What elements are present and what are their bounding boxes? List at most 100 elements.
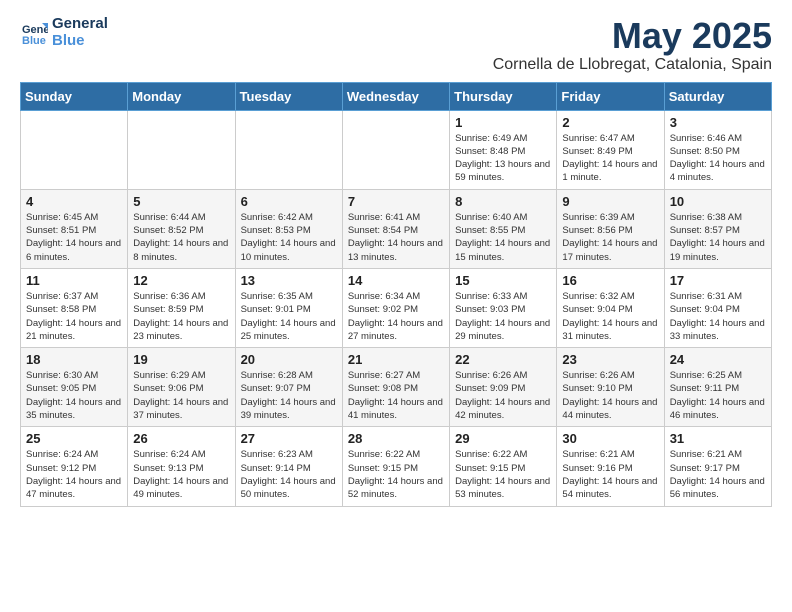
weekday-header: Wednesday [342,82,449,110]
calendar-day-cell: 22Sunrise: 6:26 AM Sunset: 9:09 PM Dayli… [450,348,557,427]
day-number: 8 [455,194,551,209]
calendar-header-row: SundayMondayTuesdayWednesdayThursdayFrid… [21,82,772,110]
calendar-day-cell [128,110,235,189]
day-info: Sunrise: 6:35 AM Sunset: 9:01 PM Dayligh… [241,290,337,343]
day-info: Sunrise: 6:32 AM Sunset: 9:04 PM Dayligh… [562,290,658,343]
day-number: 26 [133,431,229,446]
weekday-header: Friday [557,82,664,110]
calendar-day-cell [342,110,449,189]
day-number: 18 [26,352,122,367]
day-info: Sunrise: 6:22 AM Sunset: 9:15 PM Dayligh… [348,448,444,501]
day-info: Sunrise: 6:26 AM Sunset: 9:09 PM Dayligh… [455,369,551,422]
calendar-day-cell: 27 Sunrise: 6:23 AM Sunset: 9:14 PM Dayli… [235,427,342,506]
day-info: Sunrise: 6:46 AM Sunset: 8:50 PM Dayligh… [670,132,766,185]
day-info: Sunrise: 6:30 AM Sunset: 9:05 PM Dayligh… [26,369,122,422]
day-info: Sunrise: 6:25 AM Sunset: 9:11 PM Dayligh… [670,369,766,422]
calendar-day-cell: 17 Sunrise: 6:31 AM Sunset: 9:04 PM Dayli… [664,268,771,347]
logo-general: General [52,16,108,33]
logo: General Blue General Blue [20,16,108,49]
day-number: 24 [670,352,766,367]
day-number: 11 [26,273,122,288]
day-info: Sunrise: 6:24 AM Sunset: 9:12 PM Dayligh… [26,448,122,501]
day-info: Sunrise: 6:40 AM Sunset: 8:55 PM Dayligh… [455,211,551,264]
day-info: Sunrise: 6:26 AM Sunset: 9:10 PM Dayligh… [562,369,658,422]
day-number: 4 [26,194,122,209]
calendar-week-row: 1 Sunrise: 6:49 AM Sunset: 8:48 PM Daylig… [21,110,772,189]
day-info: Sunrise: 6:31 AM Sunset: 9:04 PM Dayligh… [670,290,766,343]
day-info: Sunrise: 6:24 AM Sunset: 9:13 PM Dayligh… [133,448,229,501]
month-title: May 2025 [493,16,772,56]
day-number: 28 [348,431,444,446]
calendar-week-row: 4 Sunrise: 6:45 AM Sunset: 8:51 PM Daylig… [21,189,772,268]
day-number: 25 [26,431,122,446]
calendar-day-cell: 11 Sunrise: 6:37 AM Sunset: 8:58 PM Dayli… [21,268,128,347]
day-number: 27 [241,431,337,446]
title-block: May 2025 Cornella de Llobregat, Cataloni… [493,16,772,74]
day-info: Sunrise: 6:21 AM Sunset: 9:16 PM Dayligh… [562,448,658,501]
day-info: Sunrise: 6:42 AM Sunset: 8:53 PM Dayligh… [241,211,337,264]
day-info: Sunrise: 6:29 AM Sunset: 9:06 PM Dayligh… [133,369,229,422]
calendar-day-cell: 24 Sunrise: 6:25 AM Sunset: 9:11 PM Dayli… [664,348,771,427]
calendar-day-cell: 30 Sunrise: 6:21 AM Sunset: 9:16 PM Dayli… [557,427,664,506]
day-info: Sunrise: 6:21 AM Sunset: 9:17 PM Dayligh… [670,448,766,501]
calendar-day-cell: 6 Sunrise: 6:42 AM Sunset: 8:53 PM Daylig… [235,189,342,268]
calendar-day-cell: 25 Sunrise: 6:24 AM Sunset: 9:12 PM Dayli… [21,427,128,506]
day-info: Sunrise: 6:27 AM Sunset: 9:08 PM Dayligh… [348,369,444,422]
svg-text:Blue: Blue [22,35,46,47]
day-info: Sunrise: 6:37 AM Sunset: 8:58 PM Dayligh… [26,290,122,343]
day-number: 13 [241,273,337,288]
weekday-header: Thursday [450,82,557,110]
calendar-day-cell [235,110,342,189]
calendar-day-cell: 5Sunrise: 6:44 AM Sunset: 8:52 PM Daylig… [128,189,235,268]
day-number: 15 [455,273,551,288]
weekday-header: Tuesday [235,82,342,110]
day-number: 30 [562,431,658,446]
calendar-week-row: 18 Sunrise: 6:30 AM Sunset: 9:05 PM Dayli… [21,348,772,427]
day-number: 9 [562,194,658,209]
day-number: 23 [562,352,658,367]
day-number: 29 [455,431,551,446]
day-info: Sunrise: 6:41 AM Sunset: 8:54 PM Dayligh… [348,211,444,264]
day-info: Sunrise: 6:38 AM Sunset: 8:57 PM Dayligh… [670,211,766,264]
day-number: 7 [348,194,444,209]
day-number: 16 [562,273,658,288]
day-number: 17 [670,273,766,288]
day-number: 21 [348,352,444,367]
calendar-day-cell: 18 Sunrise: 6:30 AM Sunset: 9:05 PM Dayli… [21,348,128,427]
calendar-day-cell: 16 Sunrise: 6:32 AM Sunset: 9:04 PM Dayli… [557,268,664,347]
day-number: 6 [241,194,337,209]
day-info: Sunrise: 6:23 AM Sunset: 9:14 PM Dayligh… [241,448,337,501]
day-number: 3 [670,115,766,130]
calendar-week-row: 25 Sunrise: 6:24 AM Sunset: 9:12 PM Dayli… [21,427,772,506]
day-number: 10 [670,194,766,209]
calendar-day-cell: 23 Sunrise: 6:26 AM Sunset: 9:10 PM Dayli… [557,348,664,427]
calendar-day-cell: 9Sunrise: 6:39 AM Sunset: 8:56 PM Daylig… [557,189,664,268]
calendar-day-cell: 10 Sunrise: 6:38 AM Sunset: 8:57 PM Dayli… [664,189,771,268]
day-info: Sunrise: 6:36 AM Sunset: 8:59 PM Dayligh… [133,290,229,343]
calendar-day-cell: 7 Sunrise: 6:41 AM Sunset: 8:54 PM Daylig… [342,189,449,268]
calendar-day-cell: 26 Sunrise: 6:24 AM Sunset: 9:13 PM Dayli… [128,427,235,506]
location-subtitle: Cornella de Llobregat, Catalonia, Spain [493,56,772,74]
calendar-table: SundayMondayTuesdayWednesdayThursdayFrid… [20,82,772,507]
weekday-header: Sunday [21,82,128,110]
calendar-day-cell: 20Sunrise: 6:28 AM Sunset: 9:07 PM Dayli… [235,348,342,427]
calendar-day-cell: 4 Sunrise: 6:45 AM Sunset: 8:51 PM Daylig… [21,189,128,268]
calendar-day-cell: 13 Sunrise: 6:35 AM Sunset: 9:01 PM Dayli… [235,268,342,347]
day-info: Sunrise: 6:44 AM Sunset: 8:52 PM Dayligh… [133,211,229,264]
day-info: Sunrise: 6:45 AM Sunset: 8:51 PM Dayligh… [26,211,122,264]
day-info: Sunrise: 6:22 AM Sunset: 9:15 PM Dayligh… [455,448,551,501]
calendar-day-cell: 2Sunrise: 6:47 AM Sunset: 8:49 PM Daylig… [557,110,664,189]
day-info: Sunrise: 6:49 AM Sunset: 8:48 PM Dayligh… [455,132,551,185]
day-info: Sunrise: 6:34 AM Sunset: 9:02 PM Dayligh… [348,290,444,343]
header: General Blue General Blue May 2025 Corne… [20,16,772,74]
day-number: 14 [348,273,444,288]
day-info: Sunrise: 6:28 AM Sunset: 9:07 PM Dayligh… [241,369,337,422]
calendar-day-cell: 14 Sunrise: 6:34 AM Sunset: 9:02 PM Dayli… [342,268,449,347]
calendar-day-cell: 21 Sunrise: 6:27 AM Sunset: 9:08 PM Dayli… [342,348,449,427]
calendar-day-cell: 29 Sunrise: 6:22 AM Sunset: 9:15 PM Dayli… [450,427,557,506]
weekday-header: Saturday [664,82,771,110]
calendar-day-cell [21,110,128,189]
day-info: Sunrise: 6:47 AM Sunset: 8:49 PM Dayligh… [562,132,658,185]
day-number: 1 [455,115,551,130]
weekday-header: Monday [128,82,235,110]
